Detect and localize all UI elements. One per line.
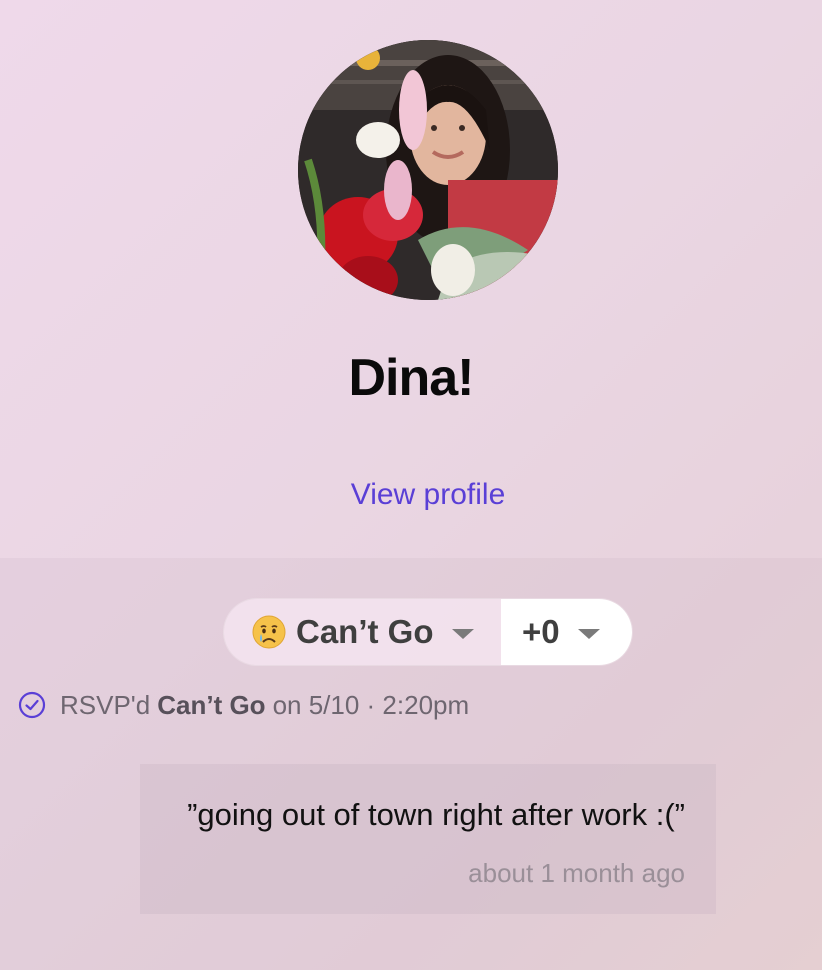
view-profile-link[interactable]: View profile — [0, 478, 822, 512]
chevron-down-icon — [451, 628, 474, 639]
rsvp-history-status: Can’t Go — [157, 689, 266, 720]
rsvp-history-suffix: on 5/10 · 2:20pm — [272, 689, 470, 720]
profile-header: Dina! View profile — [0, 0, 822, 558]
rsvp-history-prefix: RSVP'd — [60, 689, 151, 720]
profile-photo-icon — [298, 40, 558, 300]
rsvp-status-label: Can’t Go — [296, 613, 434, 650]
comment-timestamp: about 1 month ago — [468, 858, 685, 888]
plus-guests-label: +0 — [522, 613, 560, 650]
comment-text: ”going out of town right after work :(” — [187, 797, 685, 832]
check-circle-icon — [18, 691, 46, 719]
rsvp-control: Can’t Go +0 — [224, 599, 632, 665]
crying-face-icon — [252, 615, 286, 649]
chevron-down-icon — [577, 628, 600, 639]
rsvp-status-dropdown[interactable]: Can’t Go — [224, 599, 501, 665]
plus-guests-dropdown[interactable]: +0 — [501, 599, 632, 665]
rsvp-comment: ”going out of town right after work :(” … — [140, 764, 716, 914]
rsvp-history: RSVP'd Can’t Go on 5/10 · 2:20pm — [18, 688, 469, 722]
avatar[interactable] — [298, 40, 558, 300]
profile-name: Dina! — [348, 349, 475, 407]
